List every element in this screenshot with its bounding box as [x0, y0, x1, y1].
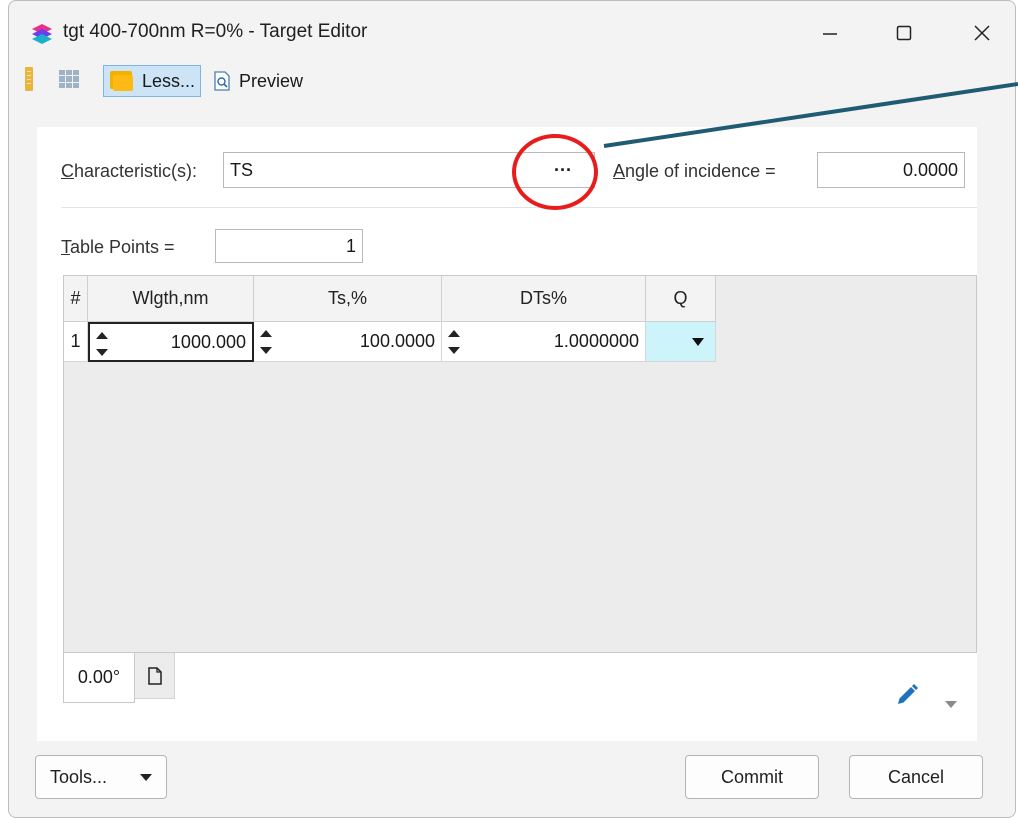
ts-value: 100.0000	[359, 331, 435, 351]
column-header-index[interactable]: #	[64, 276, 88, 322]
characteristic-label: Characteristic(s):	[61, 161, 198, 181]
toolbar: Less... Preview	[9, 63, 1015, 99]
preview-button-label: Preview	[239, 70, 304, 91]
annotation-circle	[512, 134, 598, 210]
edit-menu-dropdown[interactable]	[945, 693, 957, 714]
dropdown-arrow-icon	[692, 337, 704, 346]
characteristic-value: TS	[230, 159, 254, 180]
dts-spinner-icon[interactable]	[446, 327, 462, 357]
angle-label: Angle of incidence =	[613, 161, 776, 181]
commit-button[interactable]: Commit	[685, 755, 819, 799]
column-header-dts[interactable]: DTs%	[442, 276, 646, 322]
q-dropdown[interactable]	[646, 322, 716, 362]
minimize-button[interactable]	[801, 13, 859, 53]
target-editor-window: tgt 400-700nm R=0% - Target Editor Less.…	[8, 0, 1016, 818]
chevron-down-icon	[140, 773, 152, 781]
row-index[interactable]: 1	[64, 322, 88, 362]
minimize-icon	[823, 33, 837, 35]
app-logo-icon	[32, 24, 52, 44]
wavelength-cell[interactable]: 1000.000	[88, 322, 254, 362]
window-title: tgt 400-700nm R=0% - Target Editor	[63, 21, 368, 42]
less-button[interactable]: Less...	[103, 65, 201, 97]
close-button[interactable]	[953, 13, 1011, 53]
wavelength-value: 1000.000	[170, 331, 246, 352]
main-panel: Characteristic(s): TS ··· Angle of incid…	[37, 127, 977, 741]
maximize-icon	[896, 25, 912, 41]
ts-cell[interactable]: 100.0000	[254, 322, 442, 362]
preview-button[interactable]: Preview	[207, 65, 303, 97]
table-points-label: Table Points =	[61, 237, 175, 257]
dts-value: 1.0000000	[553, 331, 639, 351]
pencil-icon	[898, 684, 918, 704]
angle-tabs: 0.00°	[63, 653, 175, 703]
chevron-down-icon	[945, 701, 957, 708]
tab-angle-0[interactable]: 0.00°	[63, 653, 135, 703]
angle-input[interactable]: 0.0000	[817, 152, 965, 188]
column-header-q[interactable]: Q	[646, 276, 716, 322]
column-header-ts[interactable]: Ts,%	[254, 276, 442, 322]
new-page-icon	[147, 666, 162, 685]
title-bar[interactable]: tgt 400-700nm R=0% - Target Editor	[9, 1, 1015, 63]
less-button-label: Less...	[142, 70, 196, 91]
ts-spinner-icon[interactable]	[258, 327, 274, 357]
angle-value: 0.0000	[902, 159, 958, 180]
close-icon	[974, 25, 990, 41]
tools-label: Tools...	[50, 766, 108, 787]
new-tab-button[interactable]	[135, 653, 175, 699]
cancel-button[interactable]: Cancel	[849, 755, 983, 799]
column-header-wavelength[interactable]: Wlgth,nm	[88, 276, 254, 322]
commit-label: Commit	[721, 766, 783, 787]
table-points-input[interactable]: 1	[215, 229, 363, 263]
grid-view-icon[interactable]	[59, 70, 79, 88]
dts-cell[interactable]: 1.0000000	[442, 322, 646, 362]
wavelength-spinner-icon[interactable]	[94, 329, 110, 359]
target-table: # Wlgth,nm Ts,% DTs% Q 1 1000.000 100.00…	[63, 275, 977, 653]
ruler-icon[interactable]	[25, 67, 33, 91]
separator	[61, 207, 977, 208]
cancel-label: Cancel	[887, 766, 945, 787]
table-points-value: 1	[345, 235, 356, 256]
preview-icon	[214, 71, 230, 91]
edit-button[interactable]	[895, 683, 919, 707]
folder-icon	[110, 71, 134, 91]
tools-menu-button[interactable]: Tools...	[35, 755, 167, 799]
maximize-button[interactable]	[875, 13, 933, 53]
